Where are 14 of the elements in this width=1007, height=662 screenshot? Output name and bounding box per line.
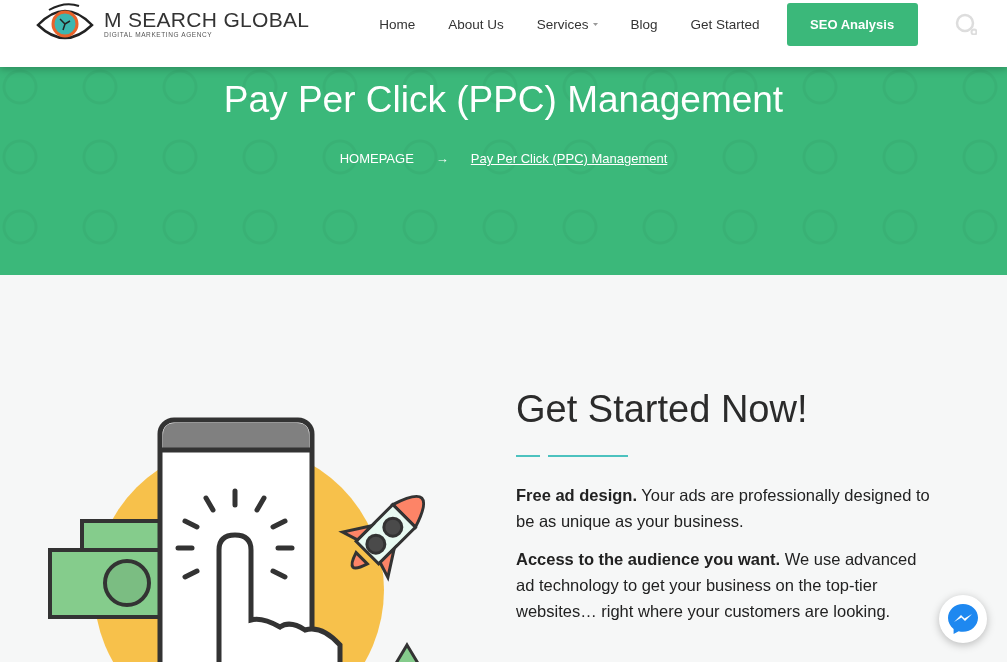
page-title: Pay Per Click (PPC) Management (223, 78, 784, 122)
brand-name: M SEARCH GLOBAL (104, 9, 310, 31)
nav-link[interactable]: About Us (448, 16, 504, 32)
nav-link[interactable]: Services (536, 16, 598, 32)
section-heading: Get Started Now! (516, 387, 809, 432)
feature-paragraph: Free ad design. Your ads are professionally designed to be as unique as your business. (516, 485, 931, 532)
nav-link[interactable]: Blog (630, 16, 658, 32)
breadcrumb-separator: → (435, 151, 449, 166)
nav-link[interactable]: Home (379, 16, 416, 32)
nav-link[interactable]: Get Started (690, 16, 760, 32)
messenger-icon (946, 602, 980, 636)
feature-paragraph: Access to the audience you want. We use advanced ad technology to get your business on the top-tier websites… right where your customers are looking. (516, 549, 918, 622)
messenger-chat-button[interactable] (939, 595, 987, 643)
caret-icon (592, 22, 598, 26)
